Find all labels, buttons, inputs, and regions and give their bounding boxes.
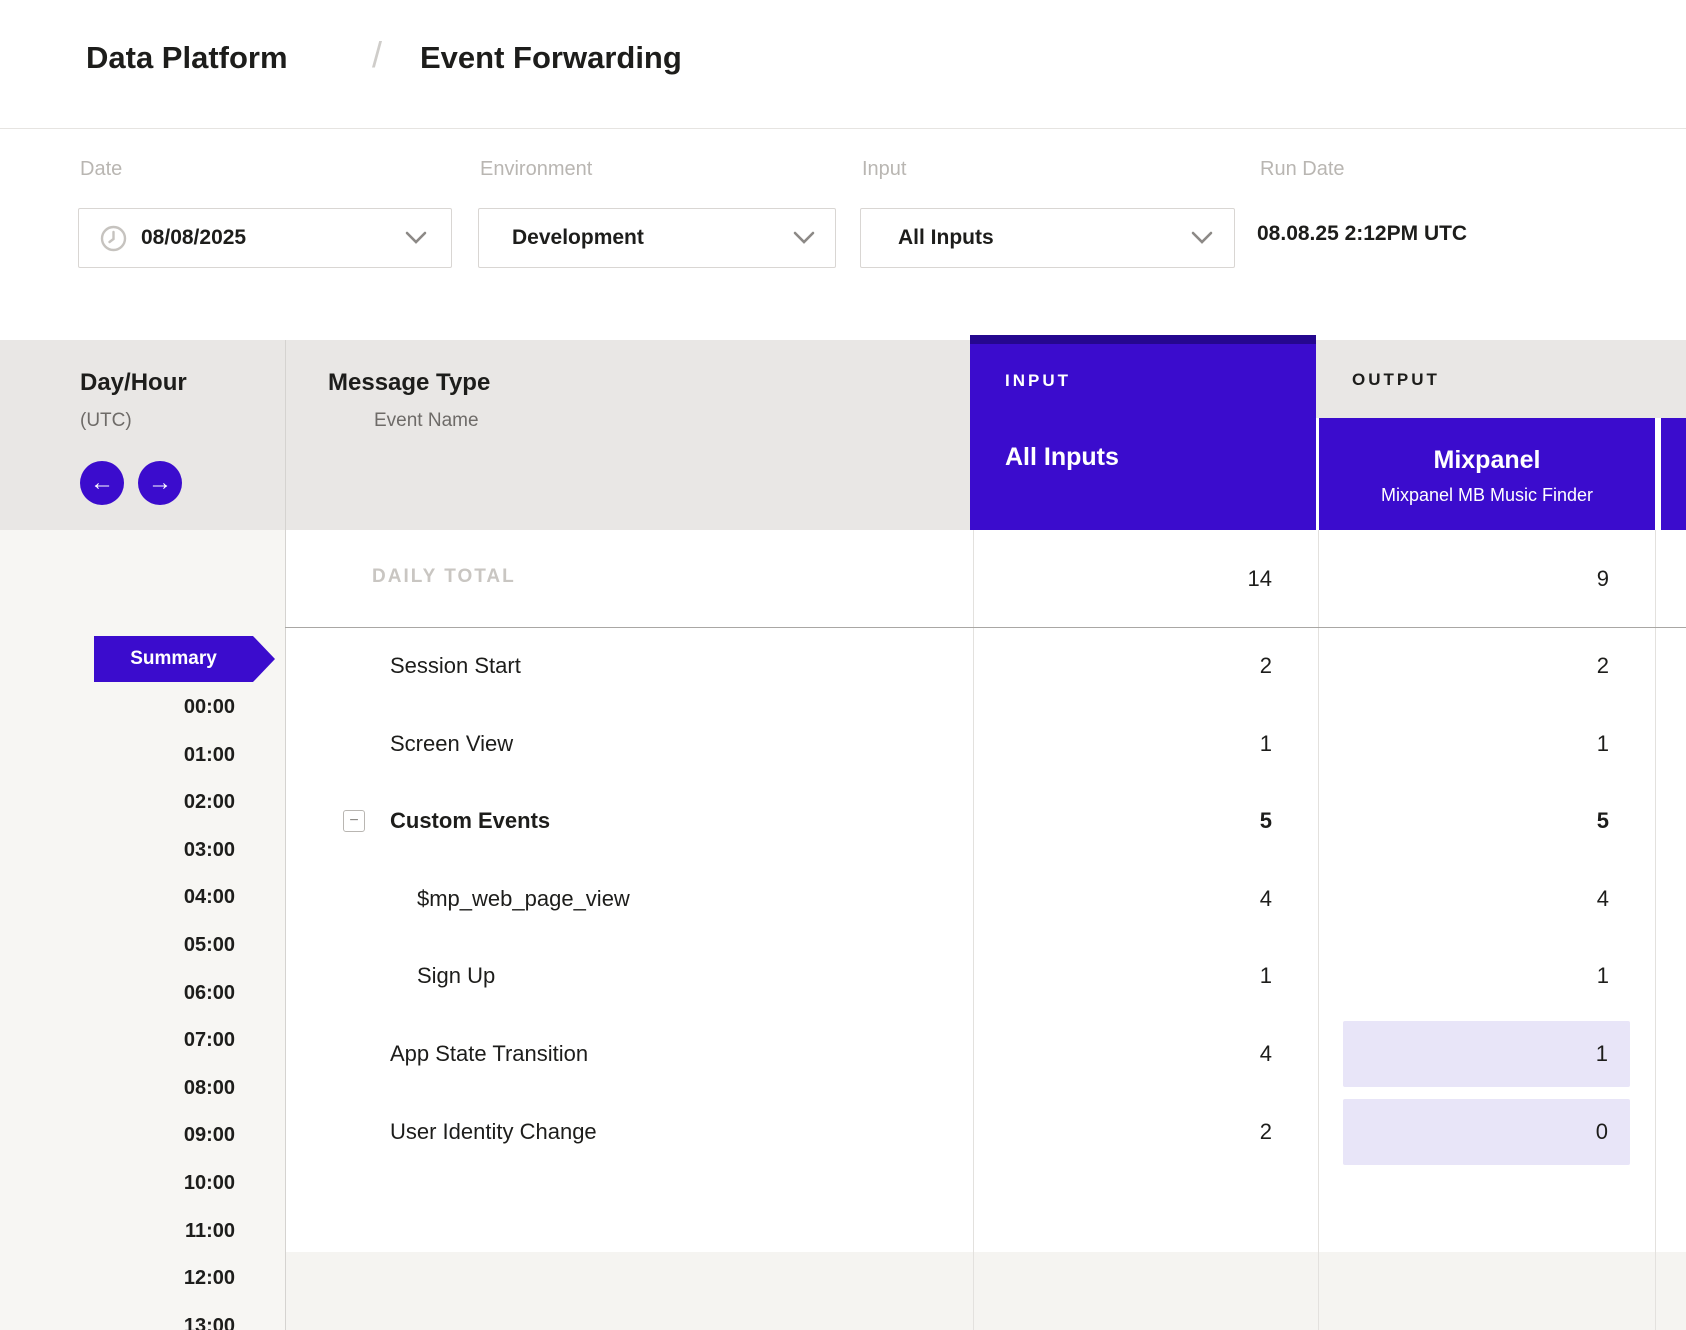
chevron-down-icon — [793, 231, 815, 245]
input-count: 4 — [1072, 860, 1272, 938]
mixpanel-title: Mixpanel — [1319, 446, 1655, 475]
mixpanel-subtitle: Mixpanel MB Music Finder — [1319, 485, 1655, 506]
input-column-title: All Inputs — [1005, 443, 1119, 472]
event-name: User Identity Change — [390, 1093, 597, 1171]
date-dropdown[interactable]: 08/08/2025 — [78, 208, 452, 268]
output-count: 5 — [1409, 782, 1609, 860]
hour-item-0200[interactable]: 02:00 — [0, 791, 235, 814]
breadcrumb-separator: / — [372, 34, 382, 76]
hour-item-0700[interactable]: 07:00 — [0, 1029, 235, 1052]
hour-item-0300[interactable]: 03:00 — [0, 839, 235, 862]
output-count: 1 — [1343, 1021, 1608, 1087]
table-row: $mp_web_page_view 4 4 — [285, 860, 1686, 938]
input-count: 5 — [1072, 782, 1272, 860]
table-footer-band — [285, 1252, 1686, 1330]
event-name: App State Transition — [390, 1015, 588, 1093]
daily-total-output-value: 9 — [1409, 566, 1609, 592]
breadcrumb-data-platform[interactable]: Data Platform — [86, 40, 288, 76]
environment-dropdown[interactable]: Development — [478, 208, 836, 268]
hour-item-1200[interactable]: 12:00 — [0, 1267, 235, 1290]
input-count: 1 — [1072, 705, 1272, 783]
previous-day-button[interactable]: ← — [80, 461, 124, 505]
hour-item-0600[interactable]: 06:00 — [0, 982, 235, 1005]
header-divider — [0, 128, 1686, 129]
chevron-down-icon — [1191, 231, 1213, 245]
arrow-right-icon: → — [148, 469, 172, 496]
daily-total-label: DAILY TOTAL — [372, 566, 516, 588]
input-count: 2 — [1072, 1093, 1272, 1171]
chevron-down-icon — [405, 231, 427, 245]
hour-item-1300[interactable]: 13:00 — [0, 1315, 235, 1330]
next-output-column-partial — [1661, 418, 1686, 530]
event-name: $mp_web_page_view — [417, 860, 630, 938]
output-count: 1 — [1409, 705, 1609, 783]
discrepancy-highlight-cell[interactable]: 0 — [1343, 1099, 1630, 1165]
day-hour-timezone: (UTC) — [80, 410, 132, 432]
input-dropdown[interactable]: All Inputs — [860, 208, 1235, 268]
hour-item-0100[interactable]: 01:00 — [0, 744, 235, 767]
table-row: App State Transition 4 1 — [285, 1015, 1686, 1093]
event-name: Screen View — [390, 705, 513, 783]
run-date-label: Run Date — [1260, 158, 1345, 181]
event-name: Sign Up — [417, 937, 495, 1015]
input-dropdown-value: All Inputs — [898, 209, 994, 267]
output-count: 4 — [1409, 860, 1609, 938]
event-name-subheader: Event Name — [374, 410, 479, 432]
environment-filter-label: Environment — [480, 158, 592, 181]
input-column-accent — [970, 335, 1316, 344]
output-eyebrow: OUTPUT — [1352, 370, 1440, 390]
input-count: 2 — [1072, 627, 1272, 705]
discrepancy-highlight-cell[interactable]: 1 — [1343, 1021, 1630, 1087]
table-row: Session Start 2 2 — [285, 627, 1686, 705]
output-count: 2 — [1409, 627, 1609, 705]
run-date-value: 08.08.25 2:12PM UTC — [1257, 222, 1467, 246]
arrow-left-icon: ← — [90, 469, 114, 496]
hour-item-0900[interactable]: 09:00 — [0, 1124, 235, 1147]
event-name: Session Start — [390, 627, 521, 705]
summary-arrow-tip — [253, 636, 275, 682]
page-title: Event Forwarding — [420, 40, 682, 76]
hour-item-1100[interactable]: 11:00 — [0, 1220, 235, 1243]
output-column-header-mixpanel[interactable]: Mixpanel Mixpanel MB Music Finder — [1319, 418, 1655, 530]
hour-item-1000[interactable]: 10:00 — [0, 1172, 235, 1195]
event-name: Custom Events — [390, 782, 550, 860]
hour-item-0400[interactable]: 04:00 — [0, 886, 235, 909]
event-forwarding-page: Data Platform / Event Forwarding Date En… — [0, 0, 1686, 1330]
hour-item-0000[interactable]: 00:00 — [0, 696, 235, 719]
output-count: 1 — [1409, 937, 1609, 1015]
input-column-header[interactable]: INPUT All Inputs — [970, 335, 1316, 530]
date-filter-label: Date — [80, 158, 122, 181]
output-count: 0 — [1343, 1099, 1608, 1165]
table-row: Sign Up 1 1 — [285, 937, 1686, 1015]
hour-item-0500[interactable]: 05:00 — [0, 934, 235, 957]
daily-total-input-value: 14 — [1072, 566, 1272, 592]
environment-dropdown-value: Development — [512, 209, 644, 267]
date-dropdown-value: 08/08/2025 — [141, 209, 246, 267]
clock-icon — [100, 225, 127, 252]
input-count: 1 — [1072, 937, 1272, 1015]
summary-tab[interactable]: Summary — [94, 636, 253, 682]
hour-item-0800[interactable]: 08:00 — [0, 1077, 235, 1100]
table-row: − Custom Events 5 5 — [285, 782, 1686, 860]
table-row: Screen View 1 1 — [285, 705, 1686, 783]
table-row: User Identity Change 2 0 — [285, 1093, 1686, 1171]
input-count: 4 — [1072, 1015, 1272, 1093]
input-filter-label: Input — [862, 158, 906, 181]
next-day-button[interactable]: → — [138, 461, 182, 505]
input-eyebrow: INPUT — [1005, 371, 1071, 391]
collapse-icon[interactable]: − — [343, 810, 365, 832]
day-hour-header: Day/Hour — [80, 369, 187, 397]
breadcrumb: Data Platform / Event Forwarding — [0, 0, 1686, 128]
message-type-header: Message Type — [328, 369, 490, 397]
summary-tab-label: Summary — [94, 636, 253, 682]
